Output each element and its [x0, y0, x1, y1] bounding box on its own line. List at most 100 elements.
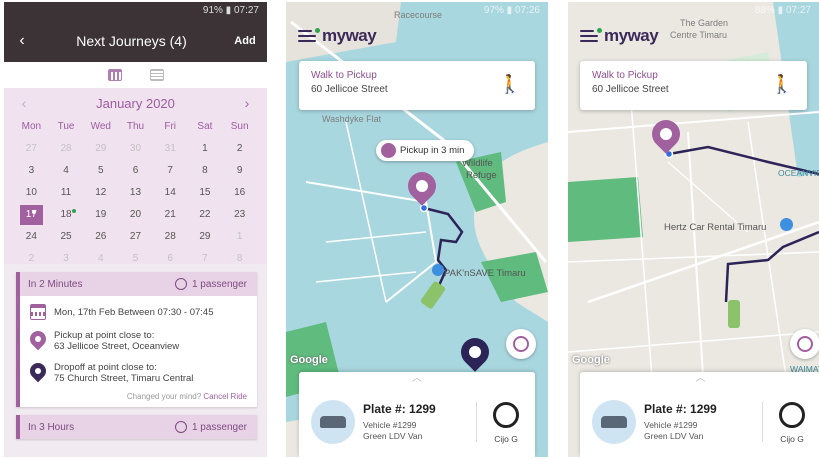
passenger-icon — [174, 421, 187, 433]
journey-card-body: Mon, 17th Feb Between 07:30 - 07:45 Pick… — [20, 296, 257, 407]
calendar-view-icon[interactable] — [107, 69, 122, 81]
calendar-grid: Mon Tue Wed Thu Fri Sat Sun 27 28 29 30 31 1 2 3 4 5 6 7 8 9… — [14, 116, 257, 270]
calendar-day[interactable]: 14 — [153, 182, 188, 204]
app-logo[interactable]: myway — [298, 26, 377, 46]
calendar-day[interactable]: 22 — [188, 204, 223, 226]
divider — [476, 402, 477, 442]
vehicle-description: Green LDV Van — [363, 431, 423, 441]
calendar-day[interactable]: 30 — [118, 138, 153, 160]
passenger-label: 1 passenger — [191, 278, 247, 290]
dropoff-text: Dropoff at point close to: 75 Church Str… — [54, 362, 193, 384]
calendar-day[interactable]: 25 — [49, 226, 84, 248]
map-label: Refuge — [466, 170, 497, 181]
calendar-day[interactable]: 10 — [14, 182, 49, 204]
vehicle-info-card[interactable]: ︿ Plate #: 1299 Vehicle #1299 Green LDV … — [299, 372, 535, 457]
calendar-day[interactable]: 28 — [153, 226, 188, 248]
dropoff-pin-icon — [26, 359, 50, 383]
calendar-day[interactable]: 28 — [49, 138, 84, 160]
calendar-day[interactable]: 27 — [14, 138, 49, 160]
journey-date-row: Mon, 17th Feb Between 07:30 - 07:45 — [30, 304, 247, 320]
recenter-location-button[interactable] — [506, 329, 536, 359]
calendar-day[interactable]: 1 — [222, 226, 257, 248]
cancel-ride-link[interactable]: Cancel Ride — [203, 392, 247, 401]
weekday-label: Fri — [164, 121, 177, 132]
vehicle-number: Vehicle #1299 — [644, 420, 698, 430]
calendar-day[interactable]: 8 — [188, 160, 223, 182]
weekday-label: Wed — [90, 121, 111, 132]
journey-list: In 2 Minutes 1 passenger Mon, 17th Feb B… — [4, 264, 267, 457]
calendar-day[interactable]: 5 — [83, 160, 118, 182]
expand-chevron-icon[interactable]: ︿ — [299, 372, 535, 388]
pickup-address: 63 Jellicoe Street, Oceanview — [54, 341, 180, 352]
journey-when: In 2 Minutes — [28, 278, 83, 290]
calendar-day[interactable]: 31 — [153, 138, 188, 160]
calendar-day[interactable]: 17 — [20, 205, 43, 225]
calendar-day[interactable]: 29 — [188, 226, 223, 248]
calendar-day[interactable]: 20 — [118, 204, 153, 226]
pickup-row: Pickup at point close to: 63 Jellicoe St… — [26, 327, 247, 352]
view-toggle — [4, 62, 267, 88]
app-logo[interactable]: myway — [580, 26, 659, 46]
recenter-location-button[interactable] — [790, 329, 819, 359]
walk-to-pickup-card[interactable]: Walk to Pickup 60 Jellicoe Street 🚶 — [580, 61, 807, 110]
calendar-day[interactable]: 15 — [188, 182, 223, 204]
expand-chevron-icon[interactable]: ︿ — [580, 372, 819, 388]
next-month-button[interactable]: › — [237, 95, 257, 111]
menu-icon[interactable] — [580, 28, 602, 42]
driver-avatar-icon — [493, 402, 519, 428]
prev-month-button[interactable]: ‹ — [14, 95, 34, 111]
driver-info[interactable]: Cijo G — [775, 402, 809, 444]
status-bar: 97% ▮ 07:26 — [483, 5, 540, 16]
car-icon — [601, 416, 627, 428]
calendar-day[interactable]: 7 — [153, 160, 188, 182]
google-logo: Google — [290, 354, 328, 366]
pickup-eta-bubble: Pickup in 3 min — [376, 140, 475, 161]
brand-wordmark: myway — [604, 26, 659, 45]
calendar-day[interactable]: 12 — [83, 182, 118, 204]
calendar-nav: ‹ January 2020 › — [14, 92, 257, 114]
walk-to-pickup-card[interactable]: Walk to Pickup 60 Jellicoe Street 🚶 — [299, 61, 535, 110]
calendar-day[interactable]: 2 — [222, 138, 257, 160]
pickup-eta: Pickup in 3 min — [400, 145, 465, 156]
weekday-label: Mon — [21, 121, 42, 132]
calendar-day[interactable]: 4 — [49, 160, 84, 182]
add-button[interactable]: Add — [223, 35, 267, 47]
journey-card[interactable]: In 2 Minutes 1 passenger Mon, 17th Feb B… — [16, 272, 257, 407]
pickup-text: Pickup at point close to: 63 Jellicoe St… — [54, 330, 179, 352]
back-button[interactable]: ‹ — [4, 32, 40, 50]
calendar-day[interactable]: 18 — [49, 204, 84, 226]
calendar-day[interactable]: 29 — [83, 138, 118, 160]
journey-card-header: In 3 Hours 1 passenger — [20, 415, 257, 439]
driver-name: Cijo G — [780, 434, 804, 444]
calendar-day[interactable]: 24 — [14, 226, 49, 248]
vehicle-description: Green LDV Van — [644, 431, 704, 441]
journey-date: Mon, 17th Feb Between 07:30 - 07:45 — [54, 307, 214, 318]
vehicle-marker-icon[interactable] — [728, 300, 740, 328]
calendar-day[interactable]: 13 — [118, 182, 153, 204]
walk-address: 60 Jellicoe Street — [311, 84, 388, 95]
calendar-day[interactable]: 11 — [49, 182, 84, 204]
plate-number: Plate #: 1299 — [363, 402, 436, 416]
weekday-label: Thu — [126, 121, 145, 132]
calendar-day[interactable]: 26 — [83, 226, 118, 248]
tracking-screen-zoomed: 88% ▮ 07:27 The Garden Centre Timaru myw… — [568, 2, 819, 457]
divider — [762, 402, 763, 442]
journeys-top-bar: 91% ▮ 07:27 ‹ Next Journeys (4) Add — [4, 2, 267, 62]
calendar-day[interactable]: 19 — [83, 204, 118, 226]
journey-card[interactable]: In 3 Hours 1 passenger — [16, 415, 257, 439]
vehicle-info-card[interactable]: ︿ Plate #: 1299 Vehicle #1299 Green LDV … — [580, 372, 819, 457]
calendar-day[interactable]: 3 — [14, 160, 49, 182]
calendar-day[interactable]: 9 — [222, 160, 257, 182]
driver-info[interactable]: Cijo G — [489, 402, 523, 444]
plate-number: Plate #: 1299 — [644, 402, 717, 416]
calendar-day[interactable]: 21 — [153, 204, 188, 226]
pickup-title: Pickup at point close to: — [54, 330, 155, 341]
calendar-day[interactable]: 6 — [118, 160, 153, 182]
list-view-icon[interactable] — [149, 69, 164, 81]
calendar-day[interactable]: 23 — [222, 204, 257, 226]
calendar-day[interactable]: 27 — [118, 226, 153, 248]
journeys-screen: 91% ▮ 07:27 ‹ Next Journeys (4) Add ‹ Ja… — [4, 2, 267, 457]
calendar-day[interactable]: 1 — [188, 138, 223, 160]
menu-icon[interactable] — [298, 28, 320, 42]
calendar-day[interactable]: 16 — [222, 182, 257, 204]
